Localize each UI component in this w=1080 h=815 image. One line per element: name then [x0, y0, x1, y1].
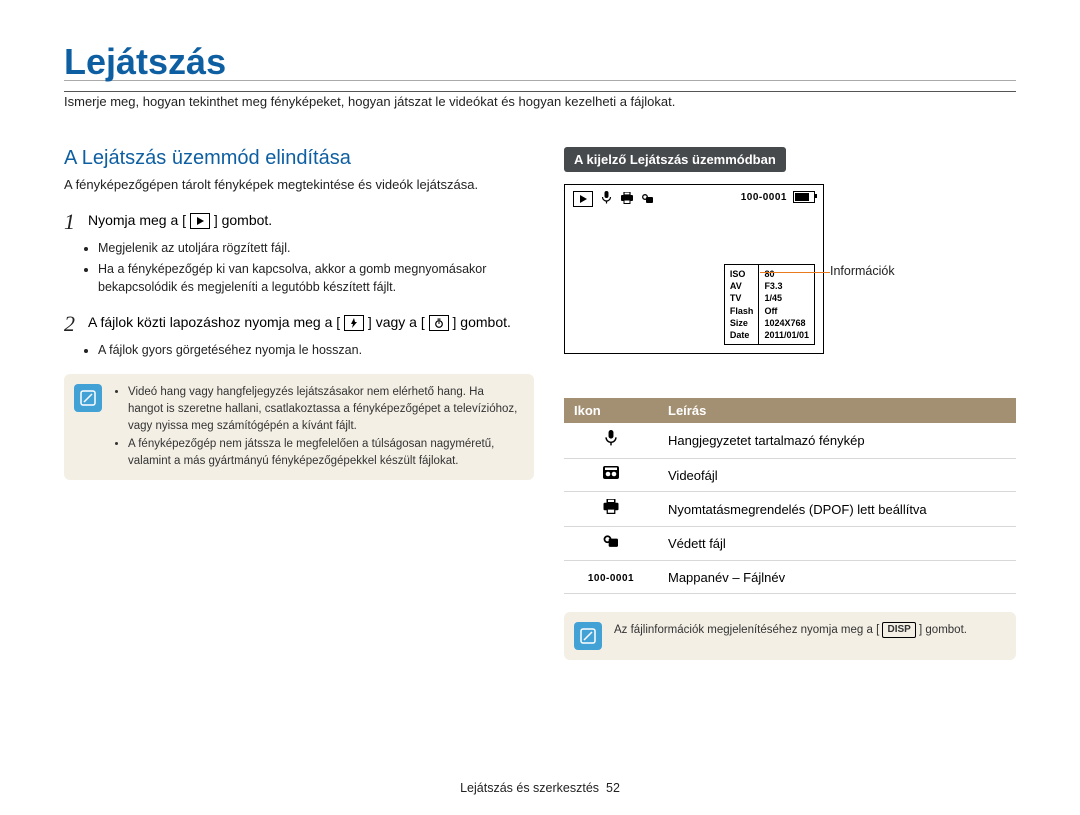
- note2-text-b: ] gombot.: [919, 624, 967, 636]
- mic-icon: [601, 191, 612, 207]
- step-1-text: Nyomja meg a [ ] gombot.: [88, 211, 272, 231]
- callout-line: [760, 272, 830, 273]
- step-2-part-a: A fájlok közti lapozáshoz nyomja meg a [: [88, 314, 340, 330]
- lock-icon: [642, 192, 654, 207]
- step-number-1: 1: [64, 211, 88, 233]
- step-1-part-b: ] gombot.: [214, 212, 272, 228]
- folder-file-id: 100-0001: [564, 561, 658, 594]
- info-panel: ISO AV TV Flash Size Date 80 F3.3 1/45 O…: [724, 264, 815, 345]
- info-value: 2011/01/01: [764, 329, 809, 341]
- note-box-2: Az fájlinformációk megjelenítéséhez nyom…: [564, 612, 1016, 660]
- video-icon: [564, 459, 658, 492]
- page-title: Lejátszás: [64, 44, 1016, 80]
- icon-table: Ikon Leírás Hangjegyzetet tartalmazó fén…: [564, 398, 1016, 594]
- step-1-bullets: Megjelenik az utoljára rögzített fájl. H…: [64, 239, 534, 297]
- table-row: Videofájl: [564, 459, 1016, 492]
- row-desc: Mappanév – Fájlnév: [658, 561, 1016, 594]
- list-item: Megjelenik az utoljára rögzített fájl.: [98, 239, 534, 258]
- info-label: Flash: [730, 305, 754, 317]
- info-value: 1024X768: [764, 317, 809, 329]
- table-row: Hangjegyzetet tartalmazó fénykép: [564, 423, 1016, 459]
- camera-screen-diagram: 100-0001 ISO AV TV Flash Size Date: [564, 184, 1016, 374]
- section-heading: A Lejátszás üzemmód elindítása: [64, 147, 534, 170]
- info-value: 80: [764, 268, 809, 280]
- note-icon: [574, 622, 602, 650]
- step-number-2: 2: [64, 313, 88, 335]
- step-1-part-a: Nyomja meg a [: [88, 212, 186, 228]
- printer-icon: [564, 492, 658, 527]
- table-header-icon: Ikon: [564, 398, 658, 423]
- info-label: AV: [730, 280, 754, 292]
- footer-text: Lejátszás és szerkesztés: [460, 781, 599, 795]
- note-icon: [74, 384, 102, 412]
- mic-icon: [564, 423, 658, 459]
- list-item: Ha a fényképezőgép ki van kapcsolva, akk…: [98, 260, 534, 298]
- table-row: 100-0001 Mappanév – Fájlnév: [564, 561, 1016, 594]
- playback-mode-icon: [573, 191, 593, 207]
- play-icon: [190, 213, 210, 229]
- right-heading: A kijelző Lejátszás üzemmódban: [564, 147, 786, 172]
- list-item: A fájlok gyors görgetéséhez nyomja le ho…: [98, 341, 534, 360]
- intro-text: Ismerje meg, hogyan tekinthet meg fényké…: [64, 91, 1016, 109]
- info-label: Date: [730, 329, 754, 341]
- note-box: Videó hang vagy hangfeljegyzés lejátszás…: [64, 374, 534, 480]
- table-row: Védett fájl: [564, 527, 1016, 561]
- row-desc: Védett fájl: [658, 527, 1016, 561]
- folder-file-id: 100-0001: [741, 192, 787, 203]
- step-2-part-b: ] vagy a [: [368, 314, 425, 330]
- info-value: Off: [764, 305, 809, 317]
- note-body: Videó hang vagy hangfeljegyzés lejátszás…: [114, 384, 520, 470]
- table-row: Nyomtatásmegrendelés (DPOF) lett beállít…: [564, 492, 1016, 527]
- page-footer: Lejátszás és szerkesztés 52: [0, 781, 1080, 795]
- note-body-2: Az fájlinformációk megjelenítéséhez nyom…: [614, 622, 967, 639]
- row-desc: Hangjegyzetet tartalmazó fénykép: [658, 423, 1016, 459]
- list-item: Videó hang vagy hangfeljegyzés lejátszás…: [128, 384, 520, 436]
- note2-text-a: Az fájlinformációk megjelenítéséhez nyom…: [614, 624, 879, 636]
- row-desc: Videofájl: [658, 459, 1016, 492]
- table-header-desc: Leírás: [658, 398, 1016, 423]
- battery-icon: [793, 191, 815, 203]
- disp-button-label: DISP: [882, 622, 915, 638]
- row-desc: Nyomtatásmegrendelés (DPOF) lett beállít…: [658, 492, 1016, 527]
- printer-icon: [620, 192, 634, 207]
- lock-icon: [564, 527, 658, 561]
- timer-icon: [429, 315, 449, 331]
- list-item: A fényképezőgép nem játssza le megfelelő…: [128, 436, 520, 471]
- flash-icon: [344, 315, 364, 331]
- info-label: Size: [730, 317, 754, 329]
- info-value: F3.3: [764, 280, 809, 292]
- footer-page-number: 52: [606, 781, 620, 795]
- info-label: ISO: [730, 268, 754, 280]
- info-value: 1/45: [764, 292, 809, 304]
- info-label: TV: [730, 292, 754, 304]
- callout-label: Információk: [830, 264, 895, 278]
- step-2-text: A fájlok közti lapozáshoz nyomja meg a […: [88, 313, 511, 333]
- section-desc: A fényképezőgépen tárolt fényképek megte…: [64, 176, 534, 195]
- screen-top-right: 100-0001: [741, 191, 815, 203]
- camera-screen: 100-0001 ISO AV TV Flash Size Date: [564, 184, 824, 354]
- step-2-part-c: ] gombot.: [453, 314, 511, 330]
- step-2-bullets: A fájlok gyors görgetéséhez nyomja le ho…: [64, 341, 534, 360]
